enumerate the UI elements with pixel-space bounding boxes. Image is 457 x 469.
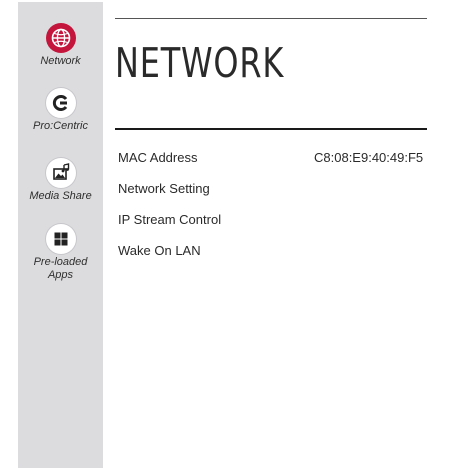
media-share-icon (45, 158, 76, 188)
mac-address-value: C8:08:E9:40:49:F5 (314, 150, 424, 165)
procentric-icon (45, 88, 76, 118)
sidebar-item-network[interactable]: Network (18, 23, 103, 68)
menu-item-mac-address[interactable]: MAC Address (118, 150, 197, 166)
sidebar-item-label: Pre-loaded Apps (33, 256, 88, 281)
page-title: NETWORK (115, 39, 285, 87)
sidebar: Network Pro:Centric Media Share Pre-load… (18, 2, 103, 468)
divider (115, 128, 427, 130)
menu-item-ip-stream-control[interactable]: IP Stream Control (118, 212, 221, 228)
divider (115, 18, 427, 19)
sidebar-item-label: Network (40, 55, 81, 67)
sidebar-item-procentric[interactable]: Pro:Centric (18, 88, 103, 133)
apps-grid-icon (45, 224, 76, 254)
sidebar-item-media-share[interactable]: Media Share (18, 158, 103, 203)
menu-item-wake-on-lan[interactable]: Wake On LAN (118, 243, 201, 259)
globe-icon (45, 23, 76, 53)
sidebar-item-pre-loaded-apps[interactable]: Pre-loaded Apps (18, 224, 103, 282)
main-panel: NETWORK MAC Address C8:08:E9:40:49:F5 Ne… (103, 2, 440, 468)
menu-item-network-setting[interactable]: Network Setting (118, 181, 210, 197)
sidebar-item-label: Media Share (29, 190, 92, 202)
sidebar-item-label: Pro:Centric (32, 120, 89, 132)
